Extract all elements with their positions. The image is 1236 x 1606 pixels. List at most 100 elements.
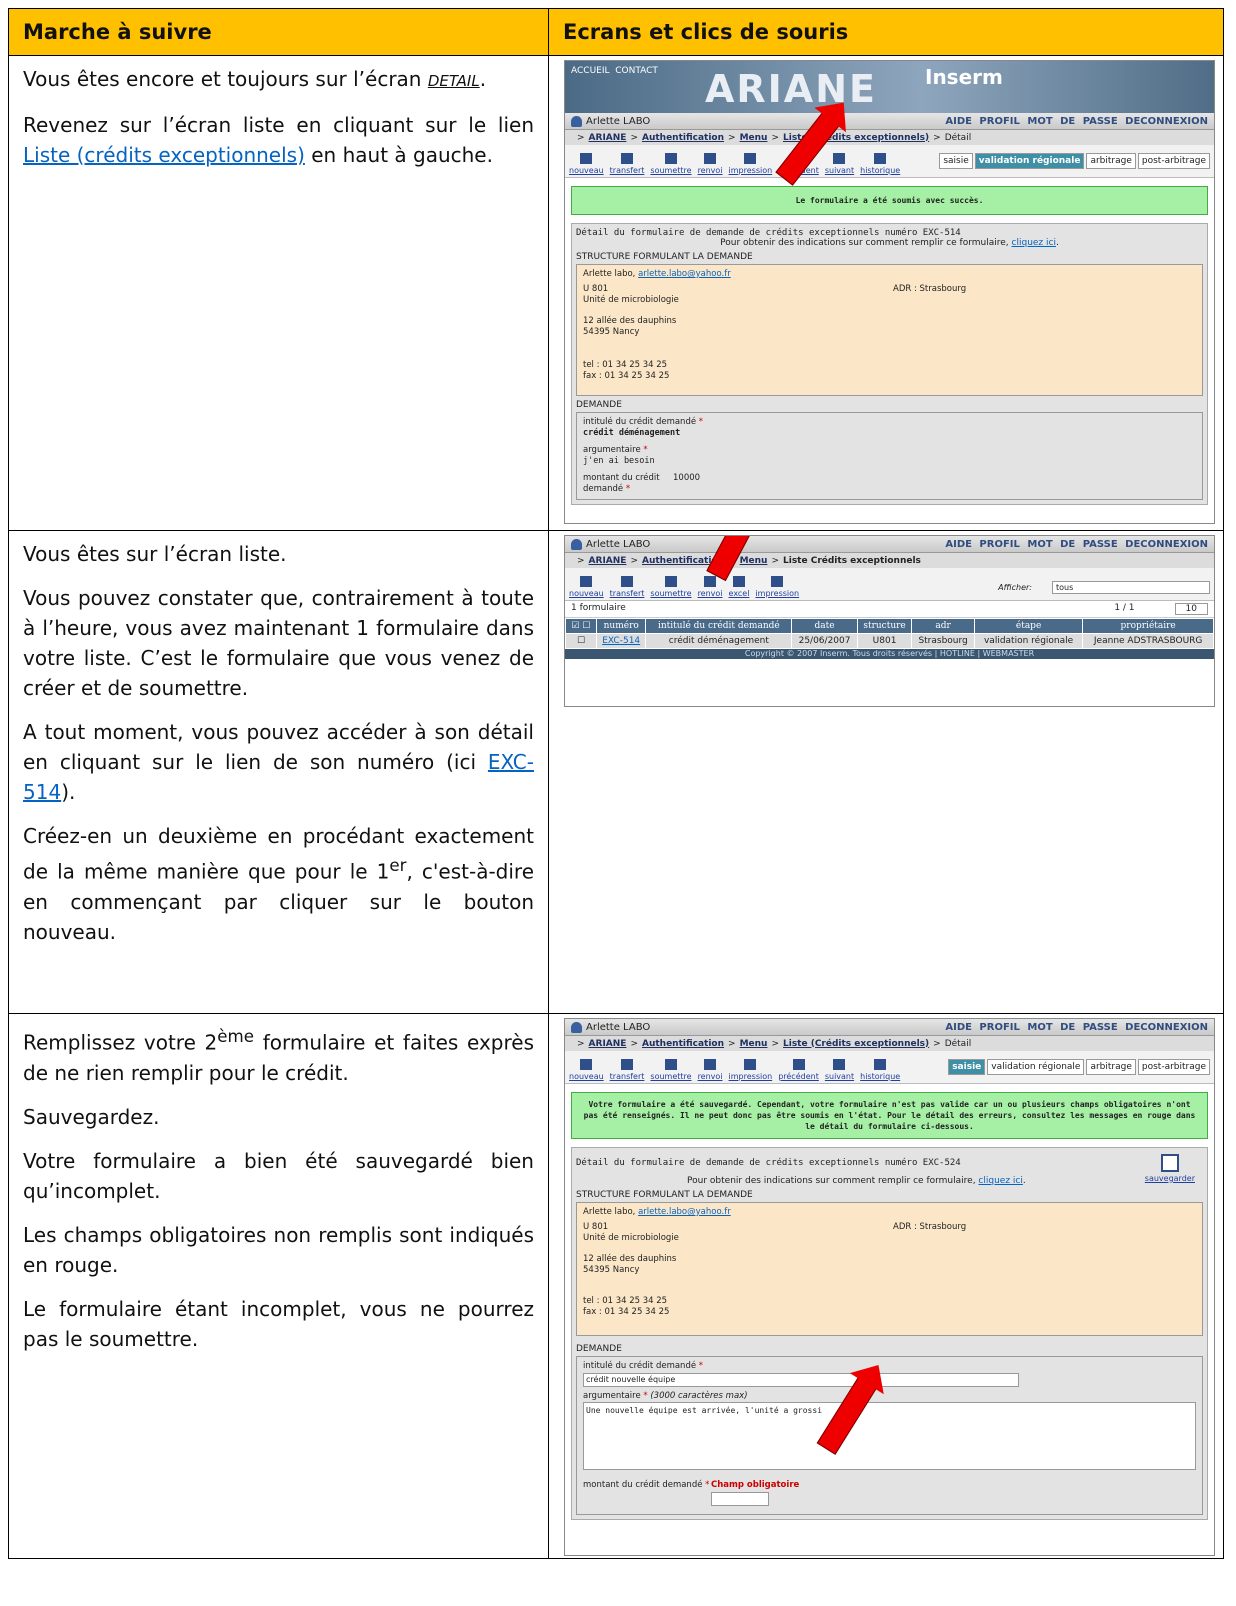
tool-impression[interactable]: impression bbox=[729, 1059, 772, 1081]
contact-link[interactable]: CONTACT bbox=[615, 66, 658, 76]
tool-precedent[interactable]: précédent bbox=[778, 1059, 819, 1081]
tool-renvoi[interactable]: renvoi bbox=[698, 1059, 723, 1081]
tab-post-arbitrage[interactable]: post-arbitrage bbox=[1137, 153, 1210, 169]
tab-arbitrage[interactable]: arbitrage bbox=[1086, 1059, 1136, 1075]
instruction-table: Marche à suivre Ecrans et clics de souri… bbox=[8, 8, 1224, 1559]
row-checkbox[interactable]: ☐ bbox=[565, 633, 597, 649]
ariane-detail-screen: ACCUEIL CONTACT ARIANE Inserm Arlette LA… bbox=[564, 60, 1215, 524]
user-icon bbox=[571, 1021, 582, 1033]
tool-transfert[interactable]: transfert bbox=[610, 153, 644, 175]
transfer-icon bbox=[621, 576, 634, 587]
header-screens: Ecrans et clics de souris bbox=[563, 20, 849, 44]
inserm-logo: Inserm bbox=[925, 65, 1003, 89]
tool-suivant[interactable]: suivant bbox=[825, 1059, 854, 1081]
step-text-3: Remplissez votre 2ème formulaire et fait… bbox=[9, 1014, 549, 1558]
accueil-link[interactable]: ACCUEIL bbox=[571, 66, 610, 76]
exc-514-row-link[interactable]: EXC-514 bbox=[602, 636, 640, 646]
ariane-logo: ARIANE bbox=[705, 67, 877, 111]
toolbar: nouveau transfert soumettre renvoi excel… bbox=[565, 568, 1214, 601]
print-icon bbox=[744, 153, 757, 164]
top-links[interactable]: AIDE PROFIL MOT DE PASSE DECONNEXION bbox=[945, 539, 1208, 550]
afficher-select[interactable]: tous bbox=[1052, 581, 1210, 594]
print-icon bbox=[744, 1059, 757, 1070]
step-row-2: Vous êtes sur l’écran liste. Vous pouvez… bbox=[9, 531, 1223, 1014]
tool-transfert[interactable]: transfert bbox=[610, 576, 644, 598]
return-icon bbox=[704, 153, 717, 164]
tool-renvoi[interactable]: renvoi bbox=[698, 576, 723, 598]
demande-label: DEMANDE bbox=[576, 400, 622, 410]
breadcrumb: > ARIANE > Authentification > Menu > Lis… bbox=[565, 1036, 1214, 1051]
next-icon bbox=[833, 153, 846, 164]
workflow-tabs: saisie validation régionale arbitrage po… bbox=[939, 153, 1210, 169]
tab-saisie[interactable]: saisie bbox=[939, 153, 973, 169]
intitule-input[interactable]: crédit nouvelle équipe bbox=[583, 1373, 1019, 1387]
tool-soumettre[interactable]: soumettre bbox=[650, 153, 692, 175]
print-icon bbox=[771, 576, 784, 587]
save-button[interactable]: sauvegarder bbox=[1145, 1154, 1195, 1183]
tool-soumettre[interactable]: soumettre bbox=[650, 576, 692, 598]
tab-saisie[interactable]: saisie bbox=[948, 1059, 986, 1075]
submit-icon bbox=[664, 153, 677, 164]
intitule-value: crédit déménagement bbox=[583, 428, 681, 438]
toolbar: nouveau transfert soumettre renvoi impre… bbox=[565, 145, 1214, 178]
tool-suivant[interactable]: suivant bbox=[825, 153, 854, 175]
step-text-2: Vous êtes sur l’écran liste. Vous pouvez… bbox=[9, 531, 549, 1013]
tool-nouveau[interactable]: nouveau bbox=[569, 1059, 604, 1081]
tool-historique[interactable]: historique bbox=[860, 1059, 900, 1081]
structure-box: Arlette labo, arlette.labo@yahoo.fr U 80… bbox=[576, 1202, 1203, 1336]
tool-impression[interactable]: impression bbox=[729, 153, 772, 175]
structure-box: Arlette labo, arlette.labo@yahoo.fr U 80… bbox=[576, 264, 1203, 396]
tool-renvoi[interactable]: renvoi bbox=[698, 153, 723, 175]
tool-excel[interactable]: excel bbox=[729, 576, 749, 598]
top-links[interactable]: AIDE PROFIL MOT DE PASSE DECONNEXION bbox=[945, 116, 1208, 127]
breadcrumb: > ARIANE > Authentification > Menu > Lis… bbox=[565, 553, 1214, 568]
new-icon bbox=[580, 1059, 593, 1070]
tool-nouveau[interactable]: nouveau bbox=[569, 576, 604, 598]
tab-validation-regionale[interactable]: validation régionale bbox=[974, 153, 1085, 169]
table-header: Marche à suivre Ecrans et clics de souri… bbox=[9, 9, 1223, 56]
list-table: ☑ ☐ numéro intitulé du crédit demandé date… bbox=[565, 618, 1214, 649]
help-link[interactable]: cliquez ici bbox=[978, 1176, 1022, 1186]
tool-historique[interactable]: historique bbox=[860, 153, 900, 175]
table-row: ☐ EXC-514 crédit déménagement 25/06/2007 U… bbox=[565, 633, 1214, 649]
ariane-list-screen: Arlette LABO AIDE PROFIL MOT DE PASSE DE… bbox=[564, 535, 1215, 707]
submit-icon bbox=[664, 1059, 677, 1070]
required-error: Champ obligatoire bbox=[711, 1480, 800, 1490]
montant-input[interactable] bbox=[711, 1492, 769, 1506]
email-link[interactable]: arlette.labo@yahoo.fr bbox=[638, 269, 731, 279]
email-link[interactable]: arlette.labo@yahoo.fr bbox=[638, 1207, 731, 1217]
step-text-1: Vous êtes encore et toujours sur l’écran… bbox=[9, 56, 549, 530]
tab-arbitrage[interactable]: arbitrage bbox=[1086, 153, 1136, 169]
history-icon bbox=[874, 153, 887, 164]
liste-link[interactable]: Liste (crédits exceptionnels) bbox=[23, 143, 305, 167]
tool-impression[interactable]: impression bbox=[755, 576, 799, 598]
screenshot-cell-1: ACCUEIL CONTACT ARIANE Inserm Arlette LA… bbox=[549, 56, 1223, 530]
detail-title: Détail du formulaire de demande de crédi… bbox=[576, 228, 961, 238]
breadcrumb: > ARIANE > Authentification > Menu > Lis… bbox=[565, 130, 1214, 145]
success-message: Le formulaire a été soumis avec succès. bbox=[571, 186, 1208, 215]
new-icon bbox=[580, 153, 593, 164]
tool-transfert[interactable]: transfert bbox=[610, 1059, 644, 1081]
top-links[interactable]: AIDE PROFIL MOT DE PASSE DECONNEXION bbox=[945, 1022, 1208, 1033]
previous-icon bbox=[792, 1059, 805, 1070]
select-all-checkbox[interactable]: ☑ ☐ bbox=[565, 618, 597, 634]
ariane-save-screen: Arlette LABO AIDE PROFIL MOT DE PASSE DE… bbox=[564, 1018, 1215, 1556]
tab-validation-regionale[interactable]: validation régionale bbox=[987, 1059, 1085, 1075]
user-icon bbox=[571, 538, 582, 550]
demande-label: DEMANDE bbox=[576, 1344, 622, 1354]
step-row-3: Remplissez votre 2ème formulaire et fait… bbox=[9, 1014, 1223, 1558]
transfer-icon bbox=[621, 153, 634, 164]
help-link[interactable]: cliquez ici bbox=[1012, 238, 1056, 248]
tool-nouveau[interactable]: nouveau bbox=[569, 153, 604, 175]
floppy-icon bbox=[1160, 1154, 1179, 1172]
user-bar: Arlette LABO AIDE PROFIL MOT DE PASSE DE… bbox=[565, 536, 1214, 553]
tab-post-arbitrage[interactable]: post-arbitrage bbox=[1137, 1059, 1210, 1075]
argumentaire-textarea[interactable]: Une nouvelle équipe est arrivée, l'unité… bbox=[583, 1402, 1196, 1470]
per-page-select[interactable]: 10 bbox=[1174, 603, 1208, 615]
detail-label: DETAIL bbox=[427, 72, 480, 90]
detail-title: Détail du formulaire de demande de crédi… bbox=[576, 1158, 961, 1168]
workflow-tabs: saisie validation régionale arbitrage po… bbox=[948, 1059, 1210, 1075]
toolbar: nouveau transfert soumettre renvoi impre… bbox=[565, 1051, 1214, 1084]
argumentaire-value: j'en ai besoin bbox=[583, 456, 655, 466]
tool-soumettre[interactable]: soumettre bbox=[650, 1059, 692, 1081]
